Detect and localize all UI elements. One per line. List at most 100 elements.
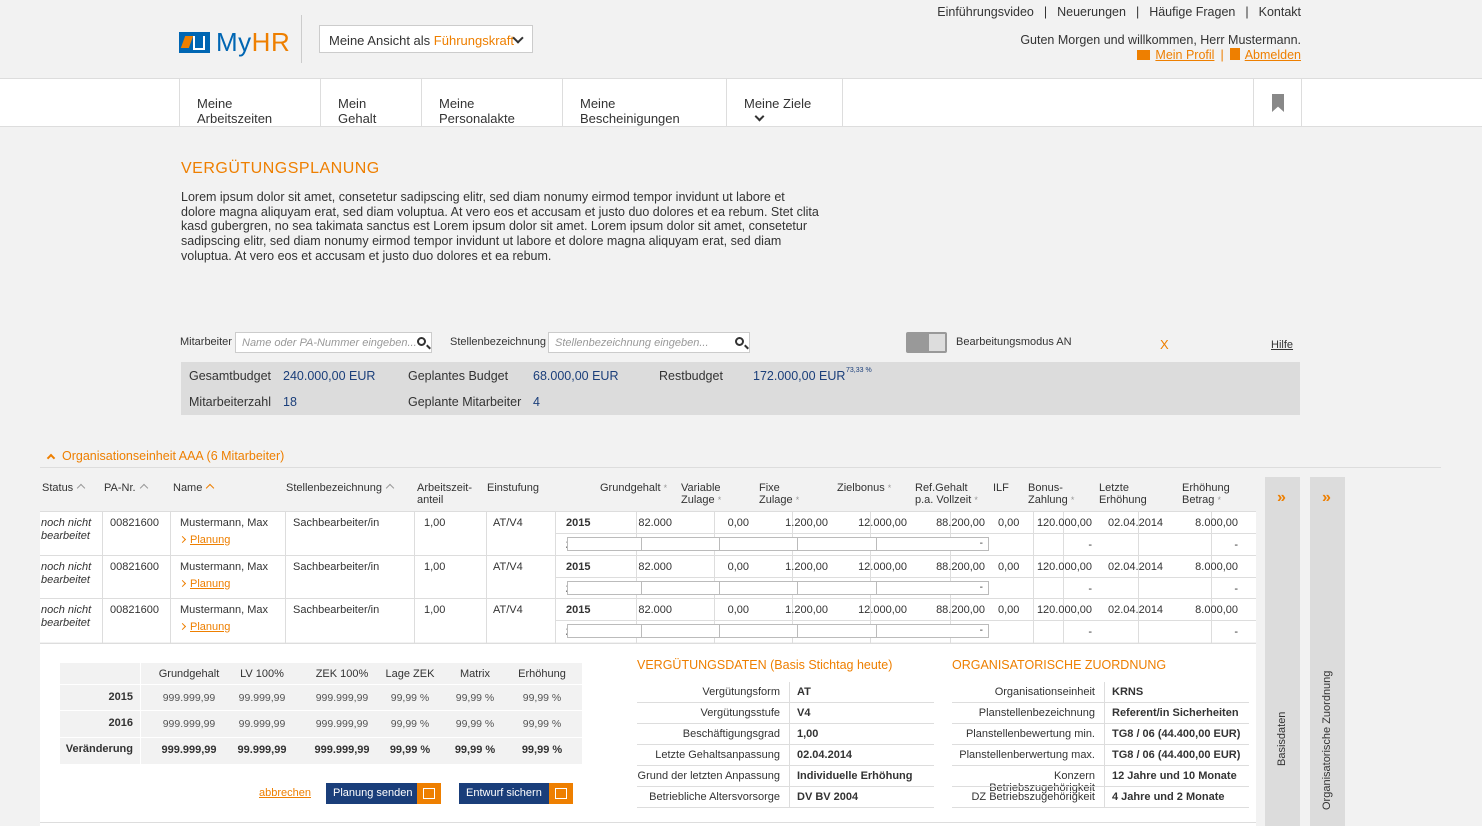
cell-divider bbox=[102, 599, 103, 643]
summary-value: 999.999,99 bbox=[162, 718, 216, 730]
summary-col-header: Erhöhung bbox=[518, 668, 566, 680]
year-label: 2015 bbox=[566, 604, 591, 616]
nav-label: Meine Bescheinigungen bbox=[580, 96, 680, 126]
nav-arbeitszeiten[interactable]: Meine Arbeitszeiten bbox=[179, 79, 320, 126]
col-position[interactable]: Stellenbezeichnung bbox=[286, 482, 395, 494]
help-link[interactable]: Hilfe bbox=[1271, 339, 1293, 351]
planning-link[interactable]: Planung bbox=[190, 578, 230, 590]
save-icon bbox=[549, 783, 573, 804]
position-title: Sachbearbeiter/in bbox=[293, 517, 380, 529]
kv-label: Letzte Gehaltsanpassung bbox=[655, 749, 780, 761]
sort-icon bbox=[76, 483, 86, 493]
search-icon[interactable] bbox=[417, 337, 426, 346]
nav-ziele[interactable]: Meine Ziele bbox=[726, 79, 843, 126]
divider bbox=[60, 710, 582, 711]
employee-search-input[interactable]: Name oder PA-Nummer eingeben... bbox=[235, 332, 432, 353]
summary-col-header: Matrix bbox=[460, 668, 490, 680]
cell-divider bbox=[555, 512, 556, 556]
cell-divider bbox=[414, 599, 415, 643]
bonus-payment: 120.000,00 bbox=[1036, 517, 1092, 529]
summary-value: 99,99 % bbox=[522, 692, 562, 704]
save-draft-label: Entwurf sichern bbox=[466, 787, 542, 799]
view-select[interactable]: Meine Ansicht als Führungskraft bbox=[319, 25, 533, 53]
nav-bescheinigungen[interactable]: Meine Bescheinigungen bbox=[562, 79, 726, 126]
chevron-down-icon bbox=[512, 32, 524, 44]
save-draft-button[interactable]: Entwurf sichern bbox=[459, 783, 573, 804]
grade: AT/V4 bbox=[493, 517, 523, 529]
logout-icon bbox=[1229, 48, 1240, 60]
rest-budget-percent: 73,33 % bbox=[846, 367, 872, 374]
pa-number: 00821600 bbox=[110, 604, 159, 616]
search-icon[interactable] bbox=[735, 337, 744, 346]
position-search-input[interactable]: Stellenbezeichnung eingeben... bbox=[548, 332, 750, 353]
link-separator: | bbox=[1043, 5, 1048, 19]
planning-link-wrap[interactable]: Planung bbox=[178, 578, 230, 590]
status-text: bearbeitet bbox=[41, 574, 90, 586]
employee-search-placeholder: Name oder PA-Nummer eingeben... bbox=[242, 337, 417, 349]
edit-mode-toggle[interactable] bbox=[906, 332, 947, 353]
kv-value: KRNS bbox=[1112, 686, 1144, 698]
col-star: * bbox=[663, 483, 668, 493]
col-status[interactable]: Status bbox=[42, 482, 86, 494]
col-pa[interactable]: PA-Nr. bbox=[104, 482, 148, 494]
col-bonus-line2: Zahlung bbox=[1028, 494, 1068, 506]
col-target: Zielbonus * bbox=[837, 482, 891, 494]
link-neuerungen[interactable]: Neuerungen bbox=[1057, 5, 1126, 19]
ilf-value: 0,00 bbox=[998, 561, 1020, 573]
nav-personalakte[interactable]: Meine Personalakte bbox=[421, 79, 562, 126]
edit-mode-value: AN bbox=[1056, 336, 1072, 348]
intro-text: Lorem ipsum dolor sit amet, consetetur s… bbox=[181, 190, 819, 263]
ref-salary: 88.200,00 bbox=[936, 517, 985, 529]
profile-links: Mein Profil | Abmelden bbox=[1137, 48, 1301, 62]
logout-link[interactable]: Abmelden bbox=[1245, 48, 1301, 62]
send-plan-button[interactable]: Planung senden bbox=[326, 783, 441, 804]
myhr-logo[interactable]: MyHR bbox=[179, 27, 290, 58]
planning-input[interactable]: - bbox=[876, 537, 989, 551]
planning-input[interactable]: - bbox=[876, 581, 989, 595]
employee-count-value: 18 bbox=[283, 395, 297, 409]
kv-value: Individuelle Erhöhung bbox=[797, 770, 913, 782]
col-name-label: Name bbox=[173, 482, 203, 494]
col-name[interactable]: Name bbox=[173, 482, 215, 494]
bonus-payment: 120.000,00 bbox=[1036, 604, 1092, 616]
kv-label: Beschäftigungsgrad bbox=[682, 728, 780, 740]
divider bbox=[952, 765, 1249, 766]
sort-active-icon bbox=[206, 483, 215, 493]
kv-label: Planstellenbezeichnung bbox=[978, 707, 1095, 719]
chevron-right-icon bbox=[178, 622, 187, 631]
kv-label: Betriebliche Altersvorsorge bbox=[649, 791, 780, 803]
side-tab-org-zuordnung[interactable]: » Organisatorische Zuordnung bbox=[1310, 477, 1345, 826]
bonus-payment: 120.000,00 bbox=[1036, 561, 1092, 573]
link-einfuehrungsvideo[interactable]: Einführungsvideo bbox=[937, 5, 1034, 19]
bookmark-button[interactable] bbox=[1253, 79, 1302, 126]
org-unit-toggle[interactable]: Organisationseinheit AAA (6 Mitarbeiter) bbox=[46, 449, 284, 463]
base-salary: 82.000 bbox=[638, 604, 672, 616]
divider bbox=[952, 744, 1249, 745]
col-ilf: ILF bbox=[993, 482, 1009, 494]
link-kontakt[interactable]: Kontakt bbox=[1259, 5, 1301, 19]
nav-gehalt[interactable]: Mein Gehalt bbox=[320, 79, 421, 126]
summary-row-label: Veränderung bbox=[65, 743, 133, 755]
col-inc-line1: Erhöhung bbox=[1182, 482, 1230, 494]
employee-filter-label: Mitarbeiter bbox=[180, 336, 232, 348]
col-bonus-line1: Bonus- bbox=[1028, 482, 1063, 494]
planning-link[interactable]: Planung bbox=[190, 534, 230, 546]
kv-value: 02.04.2014 bbox=[797, 749, 853, 761]
employee-count-label: Mitarbeiterzahl bbox=[189, 395, 271, 409]
rest-budget-label: Restbudget bbox=[659, 369, 723, 383]
col-star: * bbox=[974, 495, 978, 505]
target-bonus: 12.000,00 bbox=[858, 561, 907, 573]
planning-link[interactable]: Planung bbox=[190, 621, 230, 633]
divider bbox=[952, 723, 1249, 724]
side-tab-basisdaten[interactable]: » Basisdaten bbox=[1265, 477, 1300, 826]
close-filter-button[interactable]: X bbox=[1160, 337, 1169, 352]
planning-link-wrap[interactable]: Planung bbox=[178, 621, 230, 633]
profile-link[interactable]: Mein Profil bbox=[1155, 48, 1214, 62]
cell-divider bbox=[486, 512, 487, 556]
planning-link-wrap[interactable]: Planung bbox=[178, 534, 230, 546]
cancel-link[interactable]: abbrechen bbox=[259, 787, 311, 799]
divider bbox=[637, 807, 934, 808]
planning-input[interactable]: - bbox=[876, 624, 989, 638]
link-faq[interactable]: Häufige Fragen bbox=[1149, 5, 1235, 19]
table-row: noch nicht bearbeitet 00821600 Mustermann, … bbox=[40, 511, 1256, 556]
